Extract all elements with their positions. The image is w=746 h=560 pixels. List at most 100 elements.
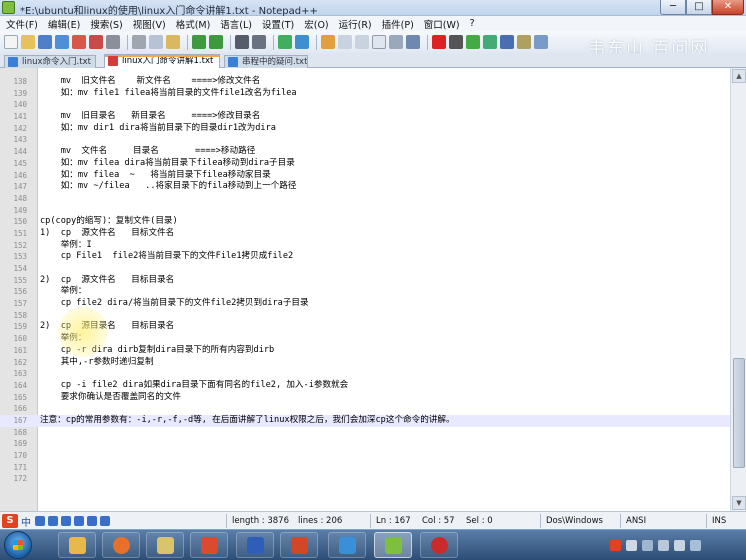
menu-search[interactable]: 搜索(S) xyxy=(90,17,122,31)
taskbar-notepad-plus-plus[interactable] xyxy=(374,532,412,558)
editor-line[interactable]: 163 xyxy=(0,368,730,380)
text-editor[interactable]: 138 mv 旧文件名 新文件名 ====>修改文件名 139 如：mv file… xyxy=(0,68,746,511)
ime-language-indicator[interactable]: 中 xyxy=(21,514,31,529)
menu-help[interactable]: ? xyxy=(470,18,475,29)
zoom-in-icon[interactable] xyxy=(278,35,292,49)
vertical-scrollbar[interactable]: ▲ ▼ xyxy=(730,68,746,511)
editor-line[interactable]: 151 1) cp 源文件名 目标文件名 xyxy=(0,228,730,240)
menu-plugins[interactable]: 插件(P) xyxy=(382,17,414,31)
print-icon[interactable] xyxy=(106,35,120,49)
editor-line[interactable]: 140 xyxy=(0,99,730,111)
plugin-icon[interactable] xyxy=(517,35,531,49)
cut-icon[interactable] xyxy=(132,35,146,49)
skin-icon[interactable] xyxy=(74,516,84,526)
tab-linux-commands-lesson1[interactable]: linux入门命令讲解1.txt xyxy=(104,54,220,69)
scrollbar-thumb[interactable] xyxy=(733,358,745,468)
redo-icon[interactable] xyxy=(209,35,223,49)
editor-line[interactable]: 172 xyxy=(0,473,730,485)
taskbar-pdf-reader[interactable] xyxy=(190,532,228,558)
sogou-tray-icon[interactable] xyxy=(610,539,621,551)
editor-line[interactable]: 159 2) cp 源目录名 目标目录名 xyxy=(0,321,730,333)
play-macro-icon[interactable] xyxy=(466,35,480,49)
editor-line[interactable]: 170 xyxy=(0,450,730,462)
editor-line[interactable]: 144 mv 文件名 目录名 ====>移动路径 xyxy=(0,146,730,158)
run-macro-multiple-icon[interactable] xyxy=(483,35,497,49)
taskbar-word[interactable] xyxy=(236,532,274,558)
editor-line[interactable]: 168 xyxy=(0,427,730,439)
show-all-chars-icon[interactable] xyxy=(355,35,369,49)
sync-scroll-icon[interactable] xyxy=(321,35,335,49)
ime-toolbar[interactable]: S 中 xyxy=(2,513,113,529)
check-icon[interactable] xyxy=(534,35,548,49)
editor-line[interactable]: 146 如：mv filea ~ 将当前目录下filea移动家目录 xyxy=(0,170,730,182)
editor-line[interactable]: 152 举例：I xyxy=(0,240,730,252)
flag-icon[interactable] xyxy=(658,539,669,551)
editor-line[interactable]: 145 如：mv filea dira将当前目录下filea移动到dira子目录 xyxy=(0,158,730,170)
close-file-icon[interactable] xyxy=(72,35,86,49)
menu-window[interactable]: 窗口(W) xyxy=(424,17,460,31)
editor-line[interactable]: 139 如：mv file1 filea将当前目录的文件file1改名为file… xyxy=(0,88,730,100)
editor-line[interactable]: 171 xyxy=(0,462,730,474)
status-eol-format[interactable]: Dos\Windows xyxy=(546,516,603,526)
minimize-button[interactable]: ─ xyxy=(660,0,686,15)
save-all-icon[interactable] xyxy=(55,35,69,49)
editor-line[interactable]: 150 cp(copy的缩写)：复制文件(目录) xyxy=(0,216,730,228)
status-encoding[interactable]: ANSI xyxy=(626,516,646,526)
menu-edit[interactable]: 编辑(E) xyxy=(48,17,80,31)
taskbar-chat-app[interactable] xyxy=(146,532,184,558)
taskbar-recorder[interactable] xyxy=(420,532,458,558)
wrap-icon[interactable] xyxy=(338,35,352,49)
editor-line[interactable]: 142 如：mv dir1 dira将当前目录下的目录dir1改为dira xyxy=(0,123,730,135)
editor-line[interactable]: 154 xyxy=(0,263,730,275)
editor-line[interactable]: 155 2) cp 源文件名 目标目录名 xyxy=(0,275,730,287)
record-macro-icon[interactable] xyxy=(432,35,446,49)
menu-run[interactable]: 运行(R) xyxy=(339,17,372,31)
microphone-icon[interactable] xyxy=(48,516,58,526)
close-all-icon[interactable] xyxy=(89,35,103,49)
menu-settings[interactable]: 设置(T) xyxy=(262,17,294,31)
undo-icon[interactable] xyxy=(192,35,206,49)
editor-line[interactable]: 164 cp -i file2 dira如果dira目录下面有同名的file2,… xyxy=(0,380,730,392)
toolbox-icon[interactable] xyxy=(87,516,97,526)
zoom-out-icon[interactable] xyxy=(295,35,309,49)
replace-icon[interactable] xyxy=(252,35,266,49)
paste-icon[interactable] xyxy=(166,35,180,49)
editor-line[interactable]: 165 要求你确认是否覆盖同名的文件 xyxy=(0,392,730,404)
editor-line[interactable]: 148 xyxy=(0,193,730,205)
maximize-button[interactable]: □ xyxy=(686,0,712,15)
save-icon[interactable] xyxy=(38,35,52,49)
stop-macro-icon[interactable] xyxy=(449,35,463,49)
editor-line[interactable]: 157 cp file2 dira/将当前目录下的文件file2拷贝到dira子… xyxy=(0,298,730,310)
tab-linux-commands-intro[interactable]: linux命令入门.txt xyxy=(4,55,96,68)
scroll-up-arrow-icon[interactable]: ▲ xyxy=(732,69,746,83)
pilcrow-icon[interactable] xyxy=(372,35,386,49)
save-macro-icon[interactable] xyxy=(500,35,514,49)
taskbar-powerpoint[interactable] xyxy=(280,532,318,558)
editor-line[interactable]: 143 xyxy=(0,134,730,146)
taskbar-explorer[interactable] xyxy=(58,532,96,558)
tray-expand-icon[interactable] xyxy=(626,539,637,551)
copy-icon[interactable] xyxy=(149,35,163,49)
punctuation-icon[interactable] xyxy=(35,516,45,526)
display-icon[interactable] xyxy=(690,539,701,551)
menu-language[interactable]: 语言(L) xyxy=(220,17,252,31)
editor-line[interactable]: 147 如：mv ~/filea ..将家目录下的fila移动到上一个路径 xyxy=(0,181,730,193)
editor-line[interactable]: 169 xyxy=(0,438,730,450)
taskbar-firefox[interactable] xyxy=(102,532,140,558)
editor-line[interactable]: 166 xyxy=(0,403,730,415)
new-file-icon[interactable] xyxy=(4,35,18,49)
start-button[interactable] xyxy=(4,531,32,559)
volume-icon[interactable] xyxy=(674,539,685,551)
sogou-ime-icon[interactable]: S xyxy=(2,514,18,528)
find-icon[interactable] xyxy=(235,35,249,49)
indent-guide-icon[interactable] xyxy=(389,35,403,49)
current-line[interactable]: 167 注意：cp的常用参数有：-i,-r,-f,-d等, 在后面讲解了linux… xyxy=(0,414,730,427)
scroll-down-arrow-icon[interactable]: ▼ xyxy=(732,496,746,510)
doc-map-icon[interactable] xyxy=(406,35,420,49)
editor-line[interactable]: 138 mv 旧文件名 新文件名 ====>修改文件名 xyxy=(0,76,730,88)
editor-line[interactable]: 149 xyxy=(0,205,730,217)
menu-view[interactable]: 视图(V) xyxy=(133,17,166,31)
settings-wrench-icon[interactable] xyxy=(100,516,110,526)
editor-line[interactable]: 153 cp File1 file2将当前目录下的文件File1拷贝成file2 xyxy=(0,251,730,263)
editor-line[interactable]: 160 举例： xyxy=(0,333,730,345)
